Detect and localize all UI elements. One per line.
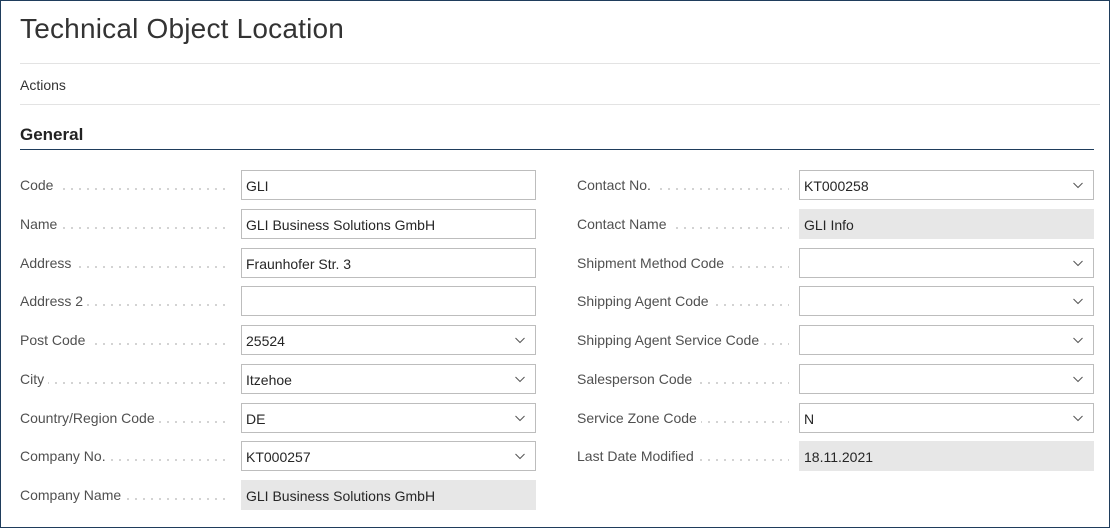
shipping-agent-service-code-row: Shipping Agent Service Code bbox=[577, 325, 1094, 357]
divider bbox=[20, 104, 1100, 105]
contact-name-row: Contact Name GLI Info bbox=[577, 209, 1094, 241]
name-value: GLI Business Solutions GmbH bbox=[246, 217, 436, 233]
contact-no-row: Contact No. KT000258 bbox=[577, 170, 1094, 202]
address-row: Address Fraunhofer Str. 3 bbox=[20, 248, 536, 280]
page-title: Technical Object Location bbox=[20, 13, 345, 44]
address-label: Address bbox=[20, 255, 76, 271]
service-zone-code-label: Service Zone Code bbox=[577, 410, 701, 426]
name-label: Name bbox=[20, 216, 62, 232]
chevron-down-icon[interactable] bbox=[1073, 296, 1083, 306]
code-value: GLI bbox=[246, 178, 269, 194]
contact-name-label: Contact Name bbox=[577, 216, 671, 232]
company-name-row: Company Name GLI Business Solutions GmbH bbox=[20, 480, 536, 512]
shipping-agent-code-row: Shipping Agent Code bbox=[577, 286, 1094, 318]
service-zone-code-value: N bbox=[804, 411, 815, 427]
address-value: Fraunhofer Str. 3 bbox=[246, 256, 352, 272]
actions-menu[interactable]: Actions bbox=[20, 77, 66, 93]
chevron-down-icon[interactable] bbox=[1073, 180, 1083, 190]
chevron-down-icon[interactable] bbox=[515, 413, 525, 423]
chevron-down-icon[interactable] bbox=[1073, 335, 1083, 345]
country-region-code-dropdown[interactable]: DE bbox=[241, 403, 536, 433]
divider bbox=[20, 63, 1100, 64]
post-code-row: Post Code 25524 bbox=[20, 325, 536, 357]
service-zone-code-row: Service Zone Code N bbox=[577, 403, 1094, 435]
shipment-method-code-row: Shipment Method Code bbox=[577, 248, 1094, 280]
chevron-down-icon[interactable] bbox=[1073, 258, 1083, 268]
country-region-code-row: Country/Region Code DE bbox=[20, 403, 536, 435]
code-label: Code bbox=[20, 177, 58, 193]
city-value: Itzehoe bbox=[246, 372, 292, 388]
shipping-agent-code-dropdown[interactable] bbox=[799, 286, 1094, 316]
shipping-agent-code-label: Shipping Agent Code bbox=[577, 293, 713, 309]
service-zone-code-dropdown[interactable]: N bbox=[799, 403, 1094, 433]
section-title-general[interactable]: General bbox=[20, 125, 83, 145]
page-frame: Technical Object Location Actions Genera… bbox=[0, 0, 1110, 528]
country-region-code-value: DE bbox=[246, 411, 266, 427]
city-dropdown[interactable]: Itzehoe bbox=[241, 364, 536, 394]
address-2-label: Address 2 bbox=[20, 293, 88, 309]
shipment-method-code-dropdown[interactable] bbox=[799, 248, 1094, 278]
company-name-label: Company Name bbox=[20, 487, 126, 503]
shipment-method-code-label: Shipment Method Code bbox=[577, 255, 729, 271]
salesperson-code-label: Salesperson Code bbox=[577, 371, 697, 387]
name-row: Name GLI Business Solutions GmbH bbox=[20, 209, 536, 241]
chevron-down-icon[interactable] bbox=[515, 335, 525, 345]
address-2-field[interactable] bbox=[241, 286, 536, 316]
address-field[interactable]: Fraunhofer Str. 3 bbox=[241, 248, 536, 278]
company-no-dropdown[interactable]: KT000257 bbox=[241, 441, 536, 471]
last-date-modified-value: 18.11.2021 bbox=[804, 449, 874, 465]
contact-no-value: KT000258 bbox=[804, 178, 869, 194]
leader-dots bbox=[20, 364, 231, 396]
company-no-label: Company No. bbox=[20, 448, 110, 464]
company-name-field: GLI Business Solutions GmbH bbox=[241, 480, 536, 510]
chevron-down-icon[interactable] bbox=[1073, 413, 1083, 423]
shipping-agent-service-code-label: Shipping Agent Service Code bbox=[577, 332, 764, 348]
code-row: Code GLI bbox=[20, 170, 536, 202]
last-date-modified-row: Last Date Modified 18.11.2021 bbox=[577, 441, 1094, 473]
last-date-modified-label: Last Date Modified bbox=[577, 448, 698, 464]
code-field[interactable]: GLI bbox=[241, 170, 536, 200]
post-code-label: Post Code bbox=[20, 332, 90, 348]
company-no-value: KT000257 bbox=[246, 449, 311, 465]
contact-no-label: Contact No. bbox=[577, 177, 655, 193]
last-date-modified-field: 18.11.2021 bbox=[799, 441, 1094, 471]
section-underline bbox=[20, 149, 1094, 150]
address-2-row: Address 2 bbox=[20, 286, 536, 318]
post-code-value: 25524 bbox=[246, 333, 285, 349]
salesperson-code-dropdown[interactable] bbox=[799, 364, 1094, 394]
city-row: City Itzehoe bbox=[20, 364, 536, 396]
name-field[interactable]: GLI Business Solutions GmbH bbox=[241, 209, 536, 239]
post-code-dropdown[interactable]: 25524 bbox=[241, 325, 536, 355]
company-name-value: GLI Business Solutions GmbH bbox=[246, 488, 436, 504]
chevron-down-icon[interactable] bbox=[1073, 374, 1083, 384]
company-no-row: Company No. KT000257 bbox=[20, 441, 536, 473]
contact-name-value: GLI Info bbox=[804, 217, 854, 233]
country-region-code-label: Country/Region Code bbox=[20, 410, 159, 426]
chevron-down-icon[interactable] bbox=[515, 374, 525, 384]
contact-no-dropdown[interactable]: KT000258 bbox=[799, 170, 1094, 200]
contact-name-field: GLI Info bbox=[799, 209, 1094, 239]
city-label: City bbox=[20, 371, 49, 387]
chevron-down-icon[interactable] bbox=[515, 451, 525, 461]
salesperson-code-row: Salesperson Code bbox=[577, 364, 1094, 396]
shipping-agent-service-code-dropdown[interactable] bbox=[799, 325, 1094, 355]
